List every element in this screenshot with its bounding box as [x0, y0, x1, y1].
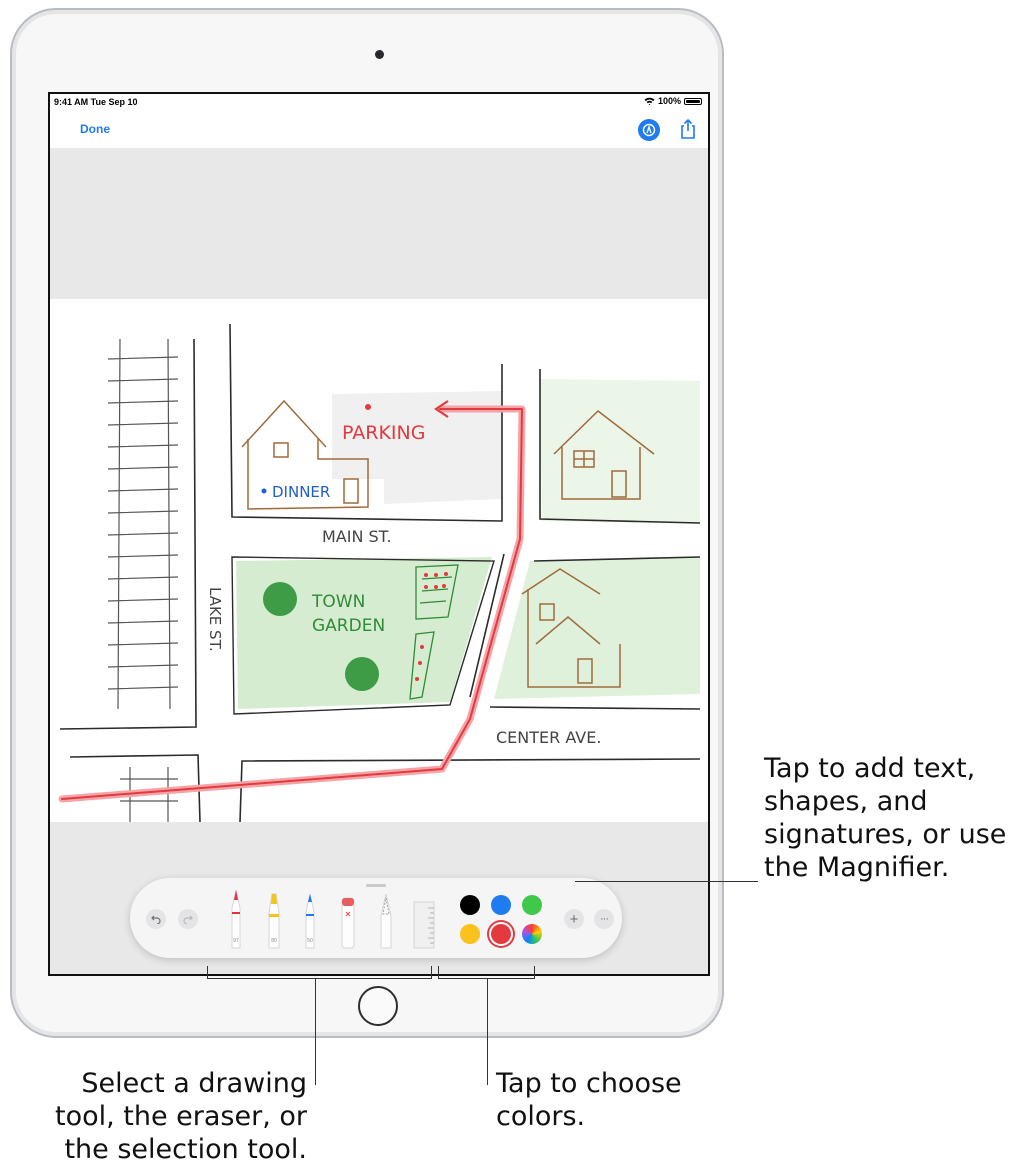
leader-colors-right-tick	[534, 966, 535, 978]
pen-tool-icon[interactable]: 97	[226, 888, 246, 950]
status-time: 9:41 AM Tue Sep 10	[54, 97, 138, 107]
label-town: TOWN	[311, 592, 365, 612]
redo-icon	[183, 915, 193, 924]
green-block-top	[540, 379, 700, 524]
leader-tools-left-tick	[207, 966, 208, 978]
green-block-right	[494, 557, 700, 699]
label-dinner: DINNER	[272, 483, 330, 501]
dinner-marker	[261, 488, 267, 494]
railroad	[107, 338, 179, 822]
color-green-swatch[interactable]	[522, 895, 542, 915]
ellipsis-icon: ···	[600, 913, 609, 925]
label-lake-st: LAKE ST.	[206, 587, 224, 652]
marker-tool-icon[interactable]: 80	[264, 890, 284, 950]
leader-tools-stem	[315, 978, 316, 1085]
undo-button[interactable]	[146, 909, 166, 929]
pencil-width-label: 50	[307, 938, 313, 944]
tool-palette: 97 80 50 + ···	[130, 878, 622, 958]
share-icon[interactable]	[676, 117, 700, 141]
pencil-tool-icon[interactable]: 50	[300, 892, 320, 950]
color-black-swatch[interactable]	[460, 895, 480, 915]
document-margin-top	[50, 148, 708, 299]
nav-bar: Done	[50, 112, 708, 148]
color-yellow-swatch[interactable]	[460, 924, 480, 944]
leader-add-line	[575, 881, 758, 882]
wifi-icon	[644, 97, 655, 105]
leader-colors-left-tick	[438, 966, 439, 978]
status-indicators: 100%	[644, 96, 702, 106]
color-blue-swatch[interactable]	[491, 895, 511, 915]
leader-tools-right-tick	[431, 966, 432, 978]
leader-colors-stem	[487, 978, 488, 1085]
palette-grabber[interactable]	[366, 884, 386, 887]
camera-icon	[375, 50, 384, 59]
add-button[interactable]: +	[564, 909, 584, 929]
home-button[interactable]	[358, 986, 398, 1026]
label-garden: GARDEN	[312, 616, 385, 636]
status-bar: 9:41 AM Tue Sep 10 100%	[50, 94, 708, 112]
color-red-swatch-selected[interactable]	[491, 924, 511, 944]
screen: 9:41 AM Tue Sep 10 100% Done PARKING DIN…	[48, 92, 710, 976]
ipad-frame: 9:41 AM Tue Sep 10 100% Done PARKING DIN…	[10, 8, 724, 1038]
battery-percent: 100%	[657, 96, 681, 106]
callout-colors: Tap to choose colors.	[496, 1068, 682, 1132]
lasso-tool-icon[interactable]	[376, 892, 396, 950]
map-drawing-canvas[interactable]: PARKING DINNER MAIN ST. TOWN GARDEN LAKE…	[50, 299, 708, 822]
marker-width-label: 80	[271, 938, 277, 944]
battery-icon	[684, 97, 702, 105]
markup-icon[interactable]	[638, 119, 660, 141]
plus-icon: +	[569, 910, 579, 928]
callout-add-button: Tap to add text, shapes, and signatures,…	[764, 753, 1007, 883]
label-main-st: MAIN ST.	[322, 527, 392, 546]
undo-icon	[151, 915, 161, 924]
tree-icon	[345, 657, 379, 691]
eraser-tool-icon[interactable]	[338, 896, 358, 950]
done-button[interactable]: Done	[80, 122, 110, 136]
map-drawing: PARKING DINNER MAIN ST. TOWN GARDEN LAKE…	[58, 323, 701, 822]
redo-button[interactable]	[178, 909, 198, 929]
tree-icon	[263, 582, 297, 616]
label-center-ave: CENTER AVE.	[496, 728, 601, 747]
ruler-tool-icon[interactable]	[412, 900, 436, 950]
parking-marker	[365, 404, 371, 410]
pen-width-label: 97	[233, 938, 239, 944]
color-picker-wheel-icon[interactable]	[522, 924, 542, 944]
leader-tools-bracket	[207, 978, 432, 979]
callout-drawing-tools: Select a drawing tool, the eraser, or th…	[54, 1068, 307, 1165]
more-button[interactable]: ···	[594, 909, 614, 929]
label-parking: PARKING	[342, 422, 425, 444]
